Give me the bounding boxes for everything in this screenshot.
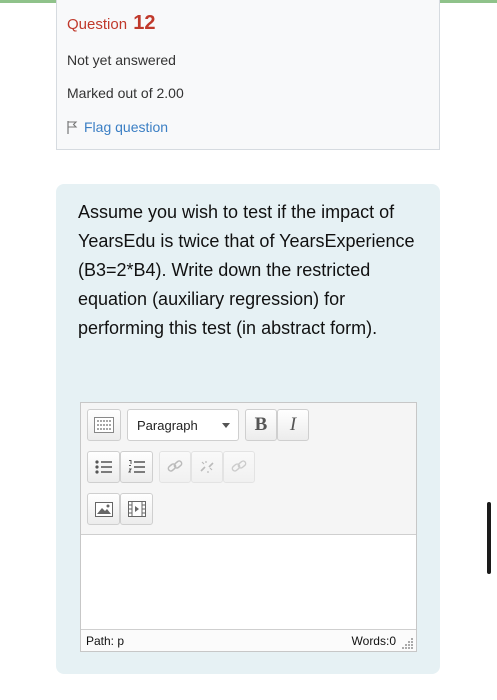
question-title: Question 12 [67,12,155,35]
question-formulation: Assume you wish to test if the impact of… [56,184,440,674]
flag-question-link[interactable]: Flag question [67,119,168,135]
numbered-list-icon [127,460,145,473]
question-info-panel: Question 12 Not yet answered Marked out … [56,0,440,150]
question-number: 12 [133,12,156,34]
unlink-icon [200,461,214,473]
chevron-down-icon [222,423,230,428]
italic-button[interactable]: I [277,409,309,441]
link-icon [167,460,183,472]
toolbar-toggle-button[interactable] [87,409,121,441]
bold-button[interactable]: B [245,409,277,441]
answer-editor: Paragraph B I Path: p Words:0 [80,402,417,652]
resize-handle-icon[interactable] [402,637,414,649]
question-text: Assume you wish to test if the impact of… [78,202,415,338]
question-title-prefix: Question [67,16,128,33]
anchor-icon [231,460,247,472]
status-path: Path: p [86,634,125,648]
flag-question-label: Flag question [84,119,169,135]
media-icon [127,501,146,517]
link-button[interactable] [159,451,191,483]
question-state: Not yet answered [67,52,176,68]
bullet-list-icon [94,460,112,474]
insert-media-button[interactable] [120,493,153,525]
italic-label: I [289,414,297,435]
editor-toolbar: Paragraph B I [81,403,416,535]
image-icon [94,501,113,517]
paragraph-format-value: Paragraph [137,417,198,433]
editor-status-bar: Path: p Words:0 [81,629,416,651]
flag-icon [67,120,78,134]
paragraph-format-select[interactable]: Paragraph [127,409,239,441]
anchor-button[interactable] [223,451,255,483]
insert-image-button[interactable] [87,493,120,525]
bullet-list-button[interactable] [87,451,120,483]
word-count: Words:0 [351,634,396,648]
unlink-button[interactable] [191,451,223,483]
toolbar-toggle-icon [94,417,114,433]
scroll-indicator[interactable] [487,502,491,574]
bold-label: B [254,414,268,435]
answer-text-area[interactable] [81,535,416,629]
question-grade: Marked out of 2.00 [67,85,184,101]
numbered-list-button[interactable] [120,451,153,483]
